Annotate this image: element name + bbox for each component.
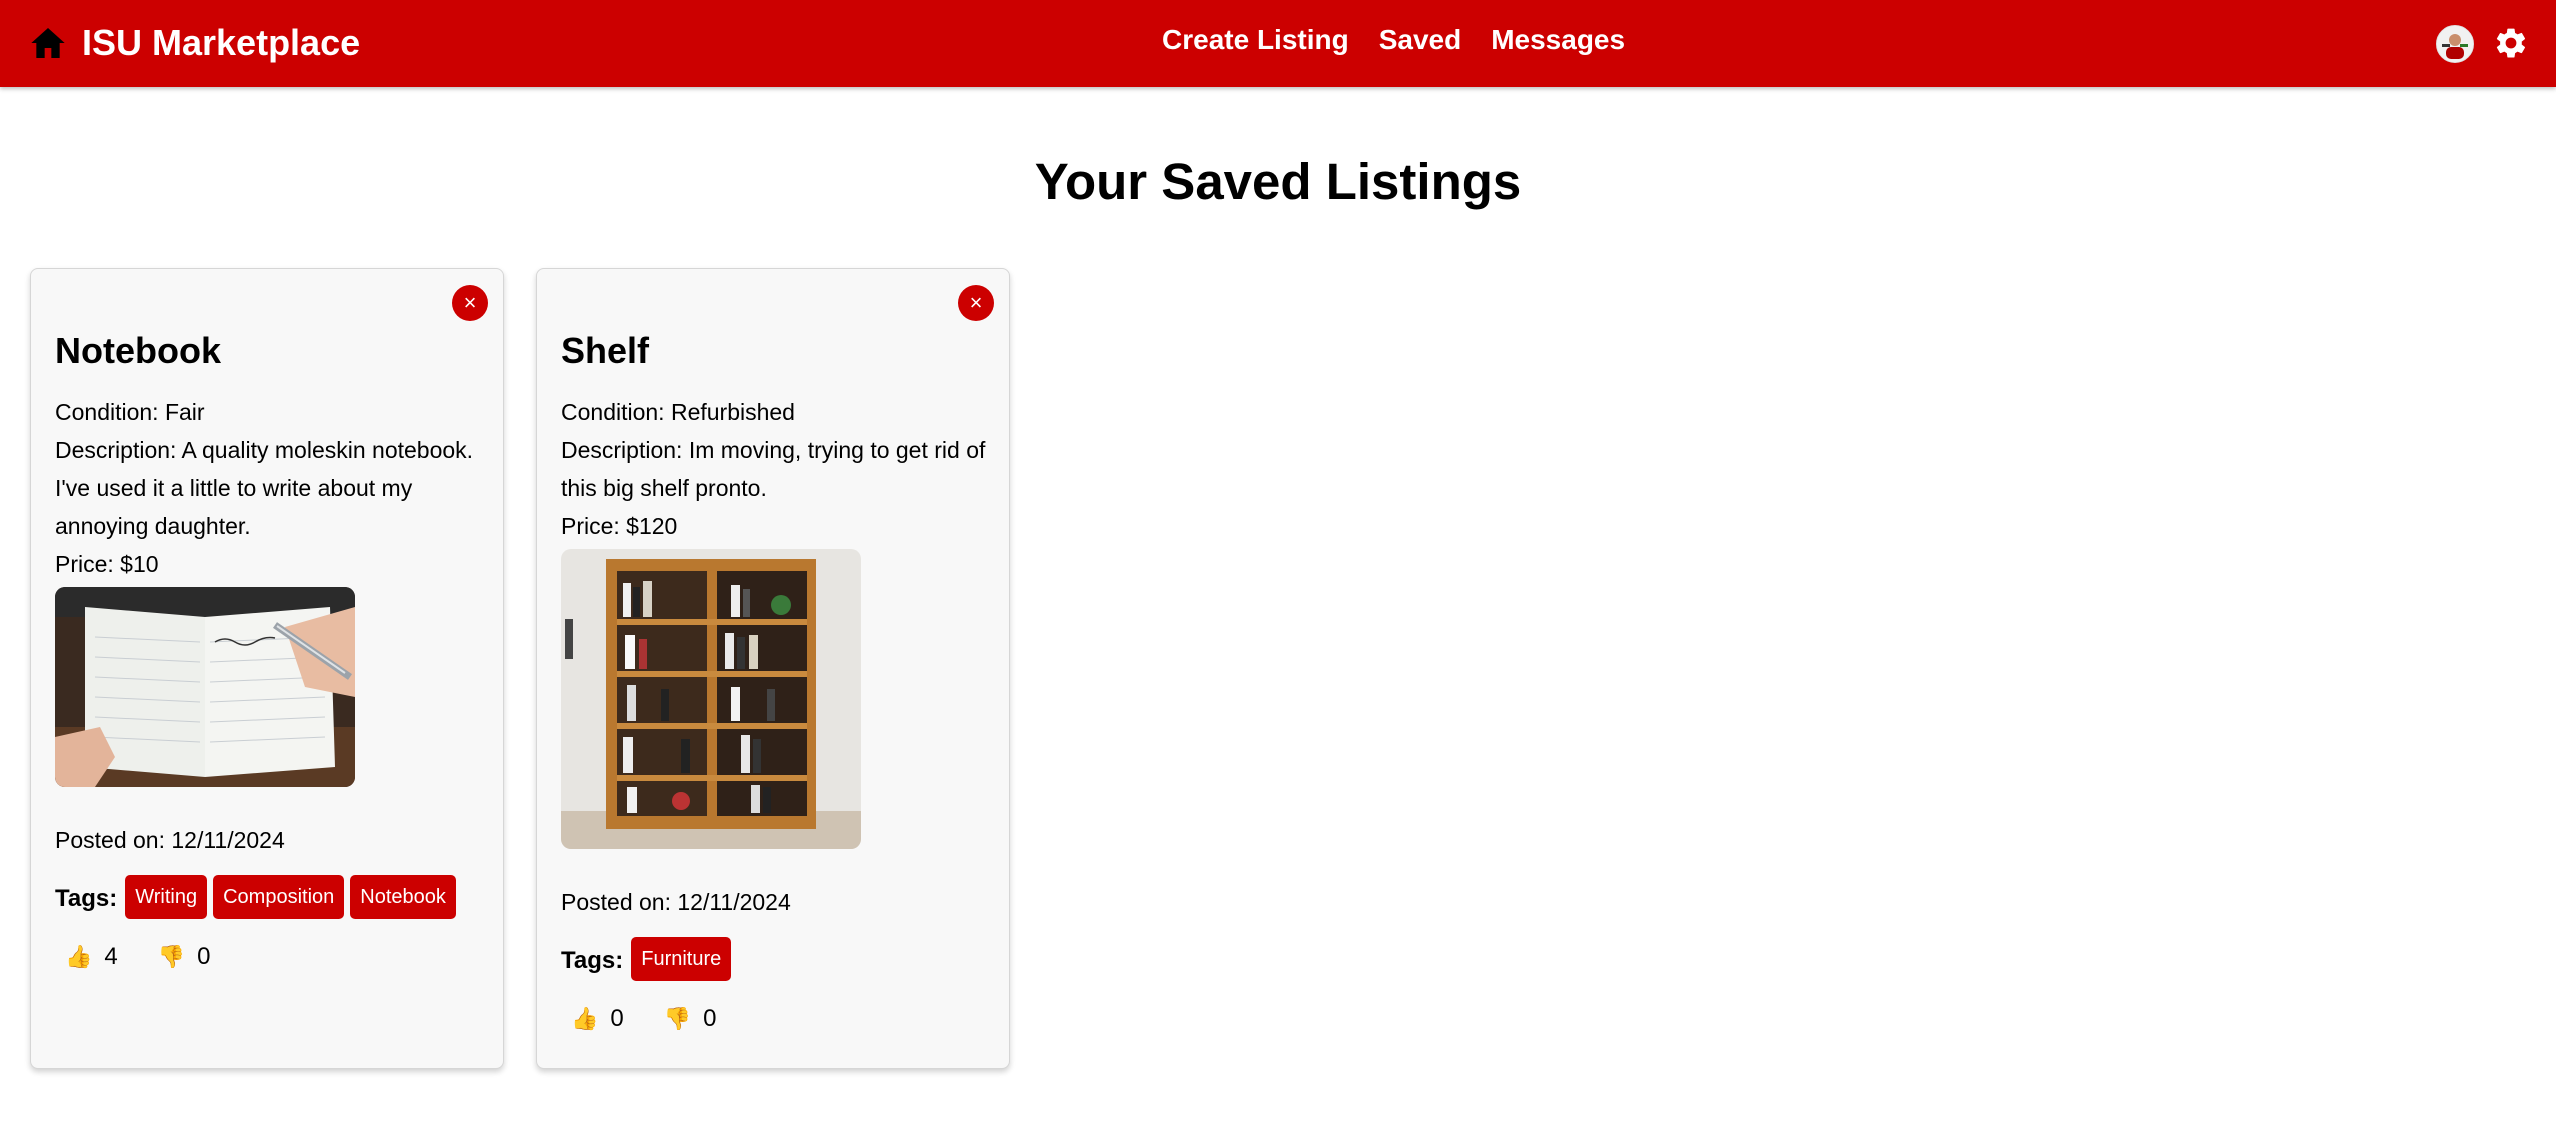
listing-photo (561, 549, 861, 849)
gear-icon[interactable] (2493, 25, 2529, 61)
tag-notebook[interactable]: Notebook (350, 875, 456, 919)
listing-condition: Condition: Refurbished (561, 399, 795, 425)
thumbs-up-icon: 👍 (571, 1006, 599, 1031)
user-avatar[interactable] (2436, 25, 2474, 63)
listing-tags: Tags: Writing Composition Notebook (55, 875, 481, 923)
listing-posted-date: Posted on: 12/11/2024 (561, 889, 791, 915)
tags-label: Tags: (561, 947, 624, 974)
nav-create-listing[interactable]: Create Listing (1162, 24, 1349, 56)
dislike-button[interactable]: 👎 0 (158, 943, 211, 971)
listing-card: × Shelf Condition: Refurbished Descripti… (536, 268, 1010, 1069)
tag-furniture[interactable]: Furniture (631, 937, 732, 981)
listing-description: Description: Im moving, trying to get ri… (561, 437, 986, 501)
thumbs-up-icon: 👍 (65, 944, 93, 969)
remove-saved-button[interactable]: × (958, 285, 994, 321)
nav-messages[interactable]: Messages (1491, 24, 1625, 56)
remove-saved-button[interactable]: × (452, 285, 488, 321)
like-count: 4 (104, 943, 118, 970)
listing-votes: 👍 4 👎 0 (55, 943, 481, 971)
like-button[interactable]: 👍 0 (571, 1005, 624, 1033)
listing-price: Price: $10 (55, 551, 159, 577)
tag-composition[interactable]: Composition (213, 875, 345, 919)
nav-saved[interactable]: Saved (1379, 24, 1462, 56)
listing-votes: 👍 0 👎 0 (561, 1005, 987, 1033)
home-icon (31, 28, 65, 58)
tag-writing[interactable]: Writing (125, 875, 208, 919)
listing-title: Notebook (55, 330, 221, 371)
avatar-icon (2437, 26, 2473, 62)
tags-label: Tags: (55, 885, 118, 912)
thumbs-down-icon: 👎 (157, 944, 186, 969)
dislike-button[interactable]: 👎 0 (664, 1005, 717, 1033)
listing-photo (55, 587, 355, 787)
dislike-count: 0 (703, 1005, 717, 1032)
like-count: 0 (610, 1005, 624, 1032)
listing-description: Description: A quality moleskin notebook… (55, 437, 474, 539)
listing-tags: Tags: Furniture (561, 937, 987, 985)
listing-title: Shelf (561, 330, 650, 371)
home-link[interactable]: ISU Marketplace (28, 20, 360, 66)
listing-price: Price: $120 (561, 513, 678, 539)
top-navigation-bar: ISU Marketplace Create Listing Saved Mes… (0, 0, 2556, 87)
main-nav: Create Listing Saved Messages (1162, 24, 1655, 56)
app-title: ISU Marketplace (82, 22, 361, 63)
like-button[interactable]: 👍 4 (65, 943, 118, 971)
thumbs-down-icon: 👎 (663, 1006, 692, 1031)
listing-card: × Notebook Condition: Fair Description: … (30, 268, 504, 1069)
listing-condition: Condition: Fair (55, 399, 205, 425)
dislike-count: 0 (197, 943, 211, 970)
page-title: Your Saved Listings (1034, 153, 1522, 210)
listing-posted-date: Posted on: 12/11/2024 (55, 827, 285, 853)
